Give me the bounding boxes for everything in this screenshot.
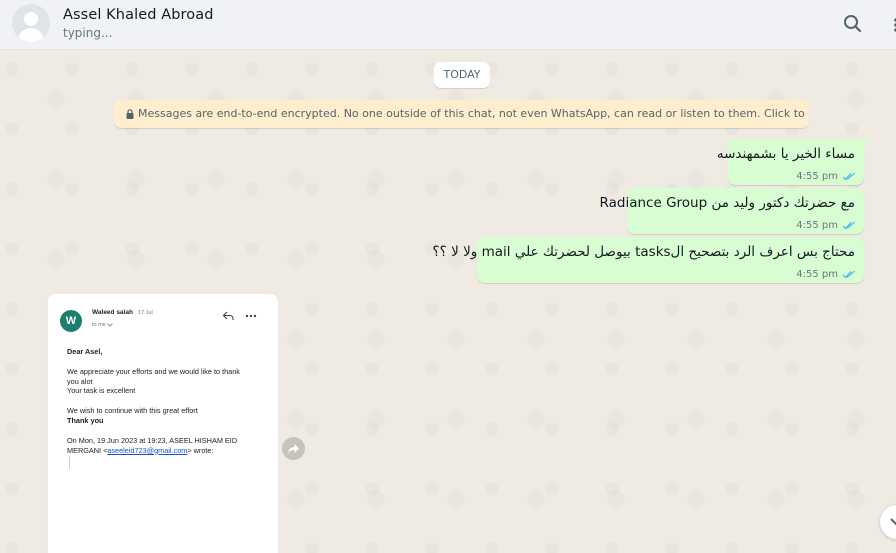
message-time: 4:55 pm: [796, 220, 838, 231]
email-recipient-text: to me: [92, 322, 106, 328]
message-meta: 4:55 pm: [796, 220, 856, 231]
bubble-tail: [863, 139, 871, 149]
message-text: مع حضرتك دكتور وليد من Radiance Group: [599, 195, 855, 211]
encryption-text: Messages are end-to-end encrypted. No on…: [138, 107, 809, 120]
avatar-body-shape: [18, 28, 44, 42]
scroll-to-bottom-button[interactable]: [880, 505, 896, 539]
date-chip: TODAY: [434, 62, 490, 88]
message-bubble[interactable]: محتاج بس اعرف الرد بتصحيح الtasks بيوصل …: [432, 237, 864, 283]
message-meta: 4:55 pm: [796, 171, 856, 182]
email-line: Your task is excellent: [67, 386, 136, 396]
email-recipient: to me: [92, 322, 114, 328]
message-meta: 4:55 pm: [796, 269, 856, 280]
search-icon: [844, 15, 862, 33]
double-check-icon: [842, 270, 855, 279]
lock-icon: [126, 109, 134, 119]
chat-header[interactable]: Assel Khaled Abroad typing...: [0, 0, 896, 50]
email-greeting: Dear Asel,: [67, 347, 103, 356]
email-line: We wish to continue with this great effo…: [67, 406, 198, 416]
image-message[interactable]: W Waleed salah 17 Jul to me Dear Asel, W…: [48, 294, 278, 553]
contact-avatar[interactable]: [12, 4, 50, 42]
message-bubble[interactable]: مع حضرتك دكتور وليد من Radiance Group 4:…: [600, 188, 864, 234]
email-body: Dear Asel, We appreciate your efforts an…: [67, 347, 267, 455]
email-line: We appreciate your efforts and we would …: [67, 366, 240, 376]
forward-icon: [288, 444, 299, 454]
email-sender: Waleed salah: [92, 309, 133, 316]
reply-icon: [222, 311, 234, 320]
contact-status: typing...: [63, 26, 113, 40]
email-quote-sender: MERGANI <aseeleid723@gmail.com> wrote:: [67, 446, 267, 456]
search-button[interactable]: [840, 11, 866, 37]
menu-button[interactable]: [888, 18, 896, 32]
more-horizontal-icon: [245, 314, 257, 318]
double-check-icon: [842, 172, 855, 181]
encryption-notice[interactable]: Messages are end-to-end encrypted. No on…: [114, 100, 809, 128]
message-time: 4:55 pm: [796, 171, 838, 182]
email-screenshot-image[interactable]: W Waleed salah 17 Jul to me Dear Asel, W…: [55, 301, 269, 553]
chevron-down-icon: [107, 322, 114, 327]
chevron-down-icon: [890, 518, 896, 526]
message-text: مساء الخير يا بشمهندسه: [716, 146, 855, 162]
conversation-panel[interactable]: TODAY Messages are end-to-end encrypted.…: [0, 51, 896, 553]
email-date: 17 Jul: [138, 310, 153, 316]
contact-name[interactable]: Assel Khaled Abroad: [63, 7, 214, 23]
email-quote-link: aseeleid723@gmail.com: [107, 445, 188, 455]
menu-icon: [894, 18, 896, 32]
email-quote-header: On Mon, 19 Jun 2023 at 19:23, ASEEL HISH…: [67, 435, 238, 445]
message-bubble[interactable]: مساء الخير يا بشمهندسه 4:55 pm: [717, 139, 871, 185]
email-line: you alot: [67, 376, 93, 386]
email-quote-suffix: > wrote:: [187, 445, 214, 455]
avatar-head-shape: [24, 12, 38, 26]
email-quote-prefix: MERGANI <: [67, 445, 108, 455]
forward-button[interactable]: [282, 437, 305, 460]
message-time: 4:55 pm: [796, 269, 838, 280]
quote-bar: [69, 456, 70, 469]
email-sender-avatar: W: [60, 310, 82, 332]
message-text: محتاج بس اعرف الرد بتصحيح الtasks بيوصل …: [432, 244, 855, 260]
email-line: Thank you: [67, 415, 104, 425]
double-check-icon: [842, 221, 855, 230]
